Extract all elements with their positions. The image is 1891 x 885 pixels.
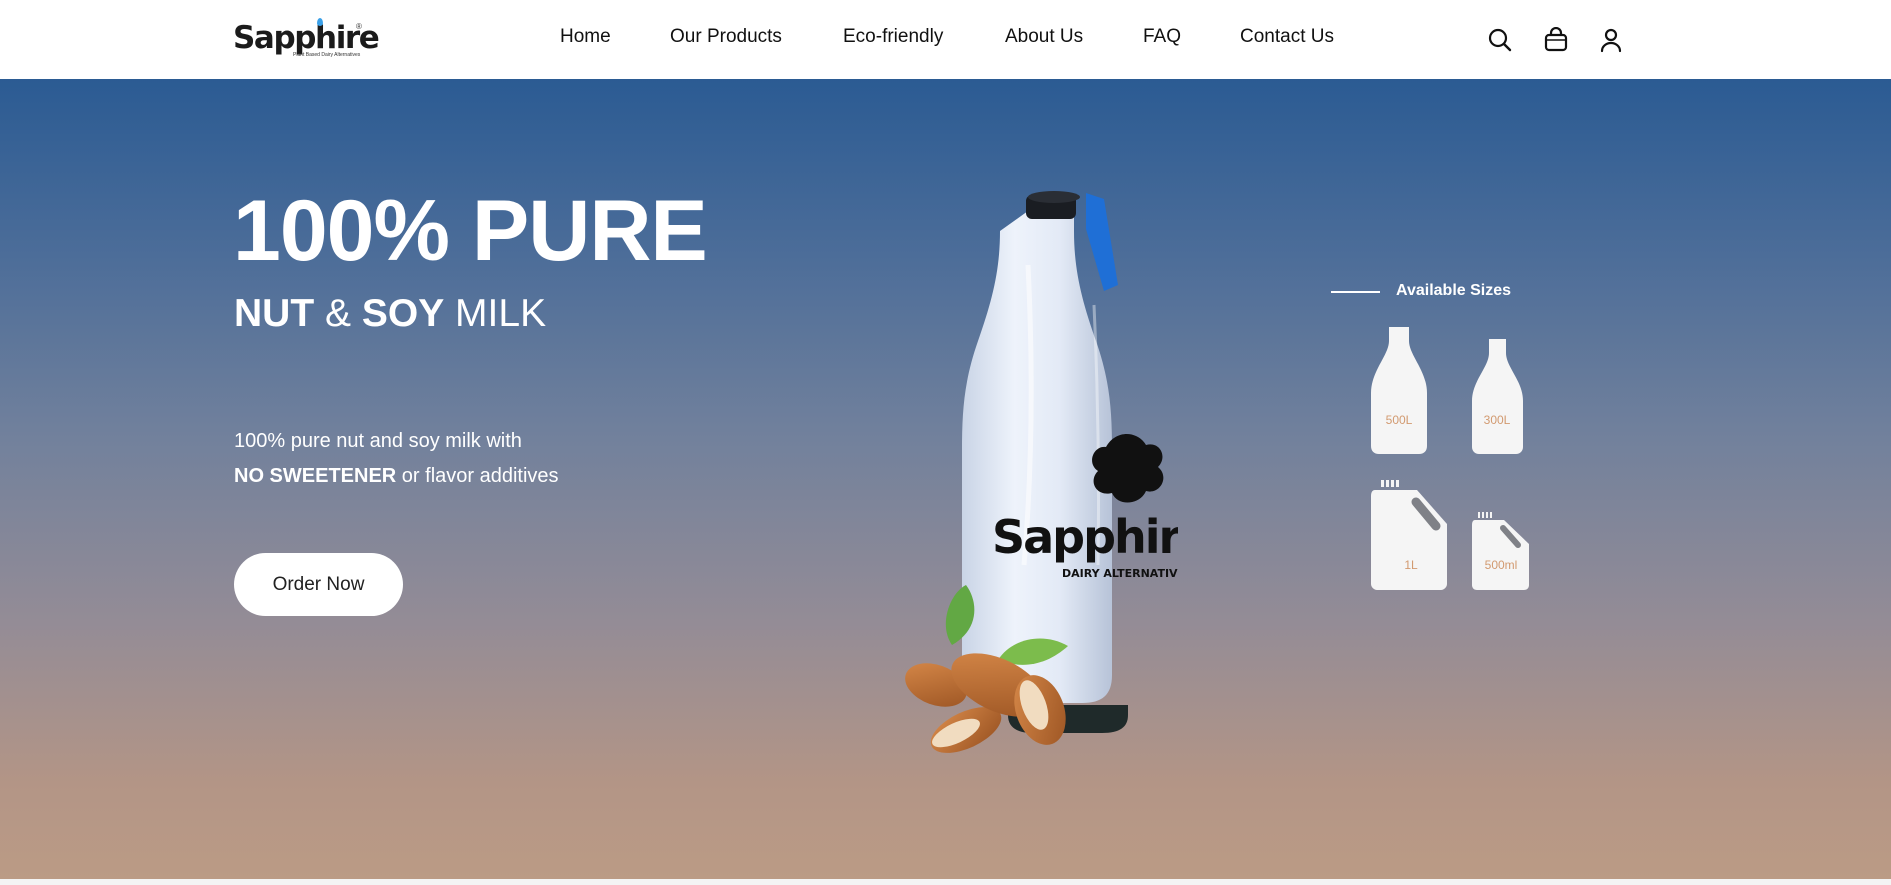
size-option-500l[interactable]: 500L [1371, 327, 1427, 454]
sizes-title-line [1331, 291, 1380, 293]
available-sizes-title: Available Sizes [1396, 282, 1512, 299]
subhead-soy: SOY [361, 292, 445, 335]
hero-headline: 100% PURE [233, 183, 708, 279]
size-label-1l: 1L [1404, 558, 1418, 572]
size-label-500l: 500L [1385, 413, 1413, 427]
desc-line-2-rest: or flavor additives [396, 465, 559, 487]
logo-registered-mark: ® [356, 22, 362, 31]
bottle-small-icon [1472, 339, 1523, 454]
search-icon[interactable] [1487, 27, 1513, 53]
svg-text:DAIRY ALTERNATIVES: DAIRY ALTERNATIVES [1062, 567, 1178, 580]
bottle-large-icon [1371, 327, 1427, 454]
shopping-bag-icon[interactable] [1543, 26, 1569, 53]
svg-text:Sapphire: Sapphire [992, 510, 1178, 564]
desc-line-1: 100% pure nut and soy milk with [234, 430, 522, 452]
hero-subheadline: NUT & SOY MILK [234, 290, 546, 338]
size-option-1l[interactable]: 1L [1371, 478, 1451, 590]
site-header: Sapphire ® Plant Based Dairy Alternative… [0, 0, 1891, 79]
subhead-nut: NUT [234, 292, 315, 335]
jug-small-icon [1472, 512, 1529, 590]
nav-our-products[interactable]: Our Products [670, 26, 782, 48]
logo-tagline: Plant Based Dairy Alternatives [293, 52, 361, 58]
subhead-milk: MILK [444, 292, 547, 335]
nav-faq[interactable]: FAQ [1143, 26, 1181, 48]
user-icon[interactable] [1598, 27, 1624, 53]
order-now-button[interactable]: Order Now [234, 553, 403, 616]
subhead-amp: & [314, 292, 362, 335]
nav-about-us[interactable]: About Us [1005, 26, 1083, 48]
brand-logo[interactable]: Sapphire ® Plant Based Dairy Alternative… [233, 18, 380, 60]
size-label-500ml: 500ml [1484, 558, 1518, 572]
nav-eco-friendly[interactable]: Eco-friendly [843, 26, 943, 48]
hero-description: 100% pure nut and soy milk with NO SWEET… [234, 424, 559, 494]
size-option-500ml[interactable]: 500ml [1472, 512, 1529, 590]
size-option-300l[interactable]: 300L [1472, 339, 1523, 454]
desc-no-sweetener: NO SWEETENER [234, 465, 397, 487]
nav-home[interactable]: Home [560, 26, 611, 48]
logo-drop-icon [317, 18, 323, 26]
desc-line-2: NO SWEETENER or flavor additives [234, 459, 559, 494]
product-image: Sapphire DAIRY ALTERNATIVES [858, 185, 1210, 765]
jug-large-icon [1371, 480, 1447, 590]
size-label-300l: 300L [1483, 413, 1511, 427]
page-bottom-strip [0, 879, 1891, 885]
nav-contact-us[interactable]: Contact Us [1240, 26, 1334, 48]
